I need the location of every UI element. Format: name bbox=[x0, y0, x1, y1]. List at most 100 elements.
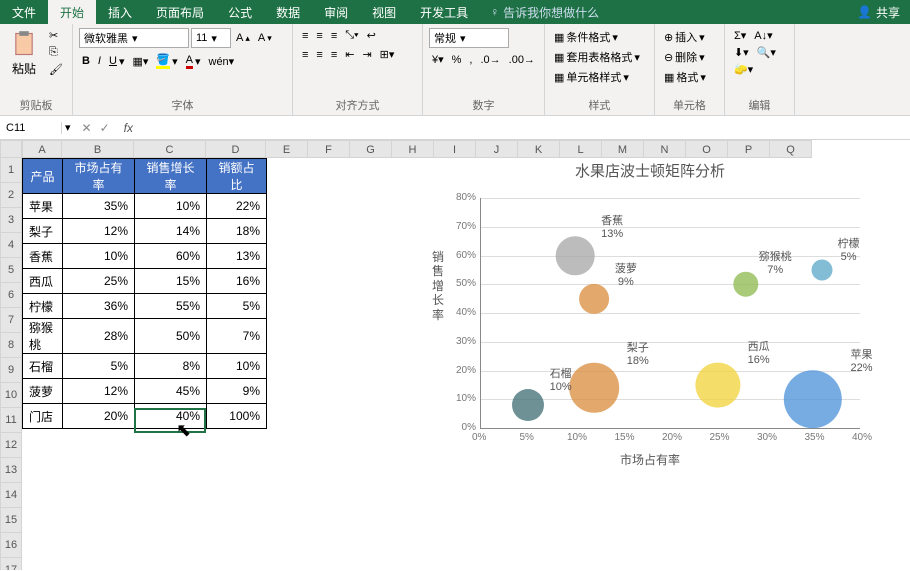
col-header-N[interactable]: N bbox=[644, 140, 686, 158]
indent-decrease-button[interactable]: ⇤ bbox=[342, 47, 357, 62]
row-header-3[interactable]: 3 bbox=[0, 208, 22, 233]
row-header-13[interactable]: 13 bbox=[0, 458, 22, 483]
increase-decimal-button[interactable]: .0→ bbox=[477, 53, 503, 67]
table-cell[interactable]: 10% bbox=[63, 244, 135, 269]
autosum-button[interactable]: Σ▾ bbox=[731, 28, 749, 43]
percent-button[interactable]: % bbox=[449, 53, 465, 67]
col-header-M[interactable]: M bbox=[602, 140, 644, 158]
bubble-苹果[interactable] bbox=[783, 370, 841, 428]
align-left-button[interactable]: ≡ bbox=[299, 48, 311, 62]
fx-button[interactable]: fx bbox=[118, 121, 139, 135]
bubble-chart[interactable]: 水果店波士顿矩阵分析 销售增长率 0%10%20%30%40%50%60%70%… bbox=[420, 160, 880, 470]
tab-formula[interactable]: 公式 bbox=[216, 0, 264, 25]
row-header-14[interactable]: 14 bbox=[0, 483, 22, 508]
indent-increase-button[interactable]: ⇥ bbox=[359, 47, 374, 62]
row-header-9[interactable]: 9 bbox=[0, 358, 22, 383]
copy-button[interactable]: ⎘ bbox=[46, 45, 66, 60]
tab-data[interactable]: 数据 bbox=[264, 0, 312, 25]
col-header-A[interactable]: A bbox=[22, 140, 62, 158]
conditional-format-button[interactable]: ▦条件格式▾ bbox=[551, 28, 621, 46]
table-cell[interactable]: 12% bbox=[63, 219, 135, 244]
clear-button[interactable]: 🧽▾ bbox=[731, 62, 756, 77]
table-cell[interactable]: 5% bbox=[63, 354, 135, 379]
row-header-16[interactable]: 16 bbox=[0, 533, 22, 558]
table-cell[interactable]: 40% bbox=[135, 404, 207, 429]
merge-button[interactable]: ⊞▾ bbox=[377, 47, 398, 62]
table-cell[interactable]: 15% bbox=[135, 269, 207, 294]
tell-me-search[interactable]: ♀ 告诉我你想做什么 bbox=[490, 4, 599, 21]
format-cells-button[interactable]: ▦格式▾ bbox=[661, 68, 709, 86]
col-header-P[interactable]: P bbox=[728, 140, 770, 158]
table-cell[interactable]: 8% bbox=[135, 354, 207, 379]
col-header-J[interactable]: J bbox=[476, 140, 518, 158]
table-cell[interactable]: 25% bbox=[63, 269, 135, 294]
table-cell[interactable]: 7% bbox=[207, 319, 267, 354]
col-header-L[interactable]: L bbox=[560, 140, 602, 158]
cut-button[interactable]: ✂ bbox=[46, 28, 66, 43]
row-header-6[interactable]: 6 bbox=[0, 283, 22, 308]
name-box-dropdown[interactable]: ▾ bbox=[62, 120, 74, 135]
enter-icon[interactable]: ✓ bbox=[100, 121, 110, 135]
col-header-I[interactable]: I bbox=[434, 140, 476, 158]
increase-font-button[interactable]: A▴ bbox=[233, 31, 253, 45]
table-cell[interactable]: 35% bbox=[63, 194, 135, 219]
table-cell[interactable]: 9% bbox=[207, 379, 267, 404]
bubble-梨子[interactable] bbox=[569, 363, 619, 413]
font-size-select[interactable]: 11▾ bbox=[191, 28, 231, 48]
font-color-button[interactable]: A▾ bbox=[183, 53, 204, 70]
table-cell[interactable]: 门店 bbox=[23, 404, 63, 429]
name-box[interactable]: C11 bbox=[0, 122, 62, 134]
table-cell[interactable]: 猕猴桃 bbox=[23, 319, 63, 354]
select-all-corner[interactable] bbox=[0, 140, 22, 158]
table-format-button[interactable]: ▦套用表格格式▾ bbox=[551, 48, 643, 66]
tab-view[interactable]: 视图 bbox=[360, 0, 408, 25]
worksheet-grid[interactable]: ABCDEFGHIJKLMNOPQ 1234567891011121314151… bbox=[0, 140, 910, 570]
table-cell[interactable]: 5% bbox=[207, 294, 267, 319]
table-header[interactable]: 市场占有率 bbox=[63, 159, 135, 194]
tab-file[interactable]: 文件 bbox=[0, 0, 48, 25]
table-cell[interactable]: 18% bbox=[207, 219, 267, 244]
format-painter-button[interactable]: 🖌 bbox=[46, 62, 66, 77]
col-header-G[interactable]: G bbox=[350, 140, 392, 158]
table-header[interactable]: 销售增长率 bbox=[135, 159, 207, 194]
row-header-15[interactable]: 15 bbox=[0, 508, 22, 533]
fill-button[interactable]: ⬇▾ bbox=[731, 45, 752, 60]
table-cell[interactable]: 梨子 bbox=[23, 219, 63, 244]
find-select-button[interactable]: 🔍▾ bbox=[754, 45, 779, 60]
table-cell[interactable]: 50% bbox=[135, 319, 207, 354]
italic-button[interactable]: I bbox=[95, 54, 104, 68]
row-header-5[interactable]: 5 bbox=[0, 258, 22, 283]
align-middle-button[interactable]: ≡ bbox=[313, 29, 325, 43]
table-header[interactable]: 产品 bbox=[23, 159, 63, 194]
table-cell[interactable]: 13% bbox=[207, 244, 267, 269]
tab-dev[interactable]: 开发工具 bbox=[408, 0, 480, 25]
paste-button[interactable]: 粘贴 bbox=[6, 28, 42, 79]
bubble-香蕉[interactable] bbox=[556, 236, 595, 275]
row-header-2[interactable]: 2 bbox=[0, 183, 22, 208]
tab-review[interactable]: 审阅 bbox=[312, 0, 360, 25]
table-cell[interactable]: 香蕉 bbox=[23, 244, 63, 269]
table-cell[interactable]: 石榴 bbox=[23, 354, 63, 379]
align-top-button[interactable]: ≡ bbox=[299, 29, 311, 43]
table-cell[interactable]: 55% bbox=[135, 294, 207, 319]
bubble-猕猴桃[interactable] bbox=[733, 272, 758, 297]
table-cell[interactable]: 60% bbox=[135, 244, 207, 269]
table-cell[interactable]: 16% bbox=[207, 269, 267, 294]
table-cell[interactable]: 36% bbox=[63, 294, 135, 319]
table-cell[interactable]: 10% bbox=[207, 354, 267, 379]
tab-home[interactable]: 开始 bbox=[48, 0, 96, 25]
row-header-1[interactable]: 1 bbox=[0, 158, 22, 183]
insert-cells-button[interactable]: ⊕插入▾ bbox=[661, 28, 708, 46]
table-cell[interactable]: 28% bbox=[63, 319, 135, 354]
row-header-8[interactable]: 8 bbox=[0, 333, 22, 358]
col-header-C[interactable]: C bbox=[134, 140, 206, 158]
bubble-西瓜[interactable] bbox=[695, 362, 740, 407]
share-button[interactable]: 👤 共享 bbox=[847, 0, 910, 25]
table-header[interactable]: 销额占比 bbox=[207, 159, 267, 194]
row-header-4[interactable]: 4 bbox=[0, 233, 22, 258]
sort-filter-button[interactable]: A↓▾ bbox=[751, 28, 775, 43]
row-header-12[interactable]: 12 bbox=[0, 433, 22, 458]
font-name-select[interactable]: 微软雅黑▾ bbox=[79, 28, 189, 48]
col-header-O[interactable]: O bbox=[686, 140, 728, 158]
table-cell[interactable]: 柠檬 bbox=[23, 294, 63, 319]
